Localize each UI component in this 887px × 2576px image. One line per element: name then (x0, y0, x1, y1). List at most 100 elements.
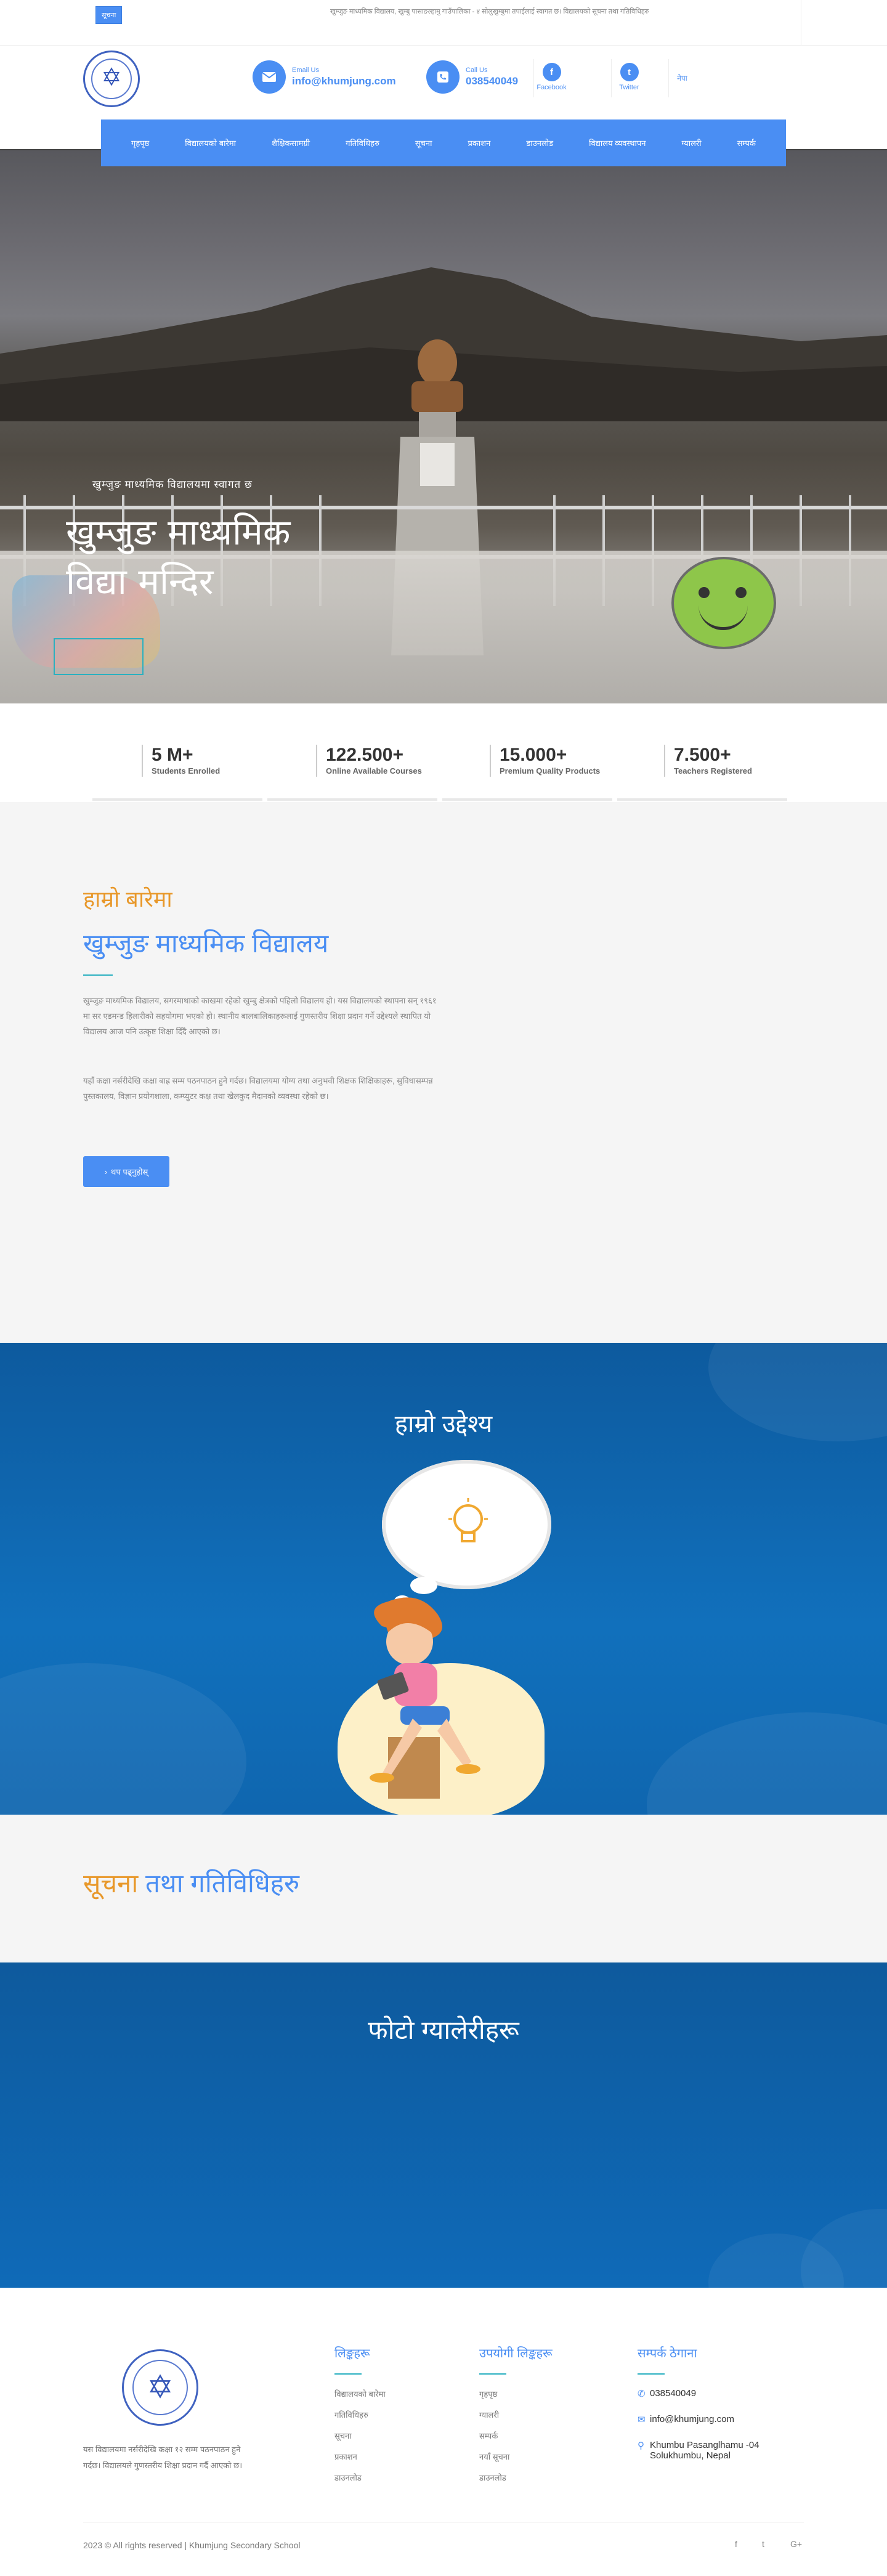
read-more-button[interactable]: › थप पढ्नुहोस् (83, 1156, 169, 1187)
footer-link[interactable]: विद्यालयको बारेमा (334, 2388, 386, 2409)
nav-item-activities[interactable]: गतिविधिहरु (346, 137, 379, 148)
nav-item-publication[interactable]: प्रकाशन (468, 137, 491, 148)
facebook-icon[interactable]: f (735, 2539, 737, 2549)
stat-teachers: 7.500+ Teachers Registered (664, 745, 752, 777)
stats-bar: 5 M+ Students Enrolled 122.500+ Online A… (0, 703, 887, 802)
footer-column-divider (638, 2373, 665, 2375)
email-value[interactable]: info@khumjung.com (292, 75, 396, 87)
stat-underline (267, 798, 437, 801)
nav-item-home[interactable]: गृहपृष्ठ (131, 137, 149, 148)
footer-column-divider (479, 2373, 506, 2375)
notice-label[interactable]: सूचना (95, 6, 123, 24)
footer-link[interactable]: गृहपृष्ठ (479, 2388, 553, 2409)
hero-cta-button[interactable] (54, 638, 144, 675)
footer-column-divider (334, 2373, 362, 2375)
stat-underline (617, 798, 787, 801)
hero-slider[interactable]: खुम्जुङ माध्यमिक विद्यालयमा स्वागत छ खुम… (0, 149, 887, 703)
stat-students: 5 M+ Students Enrolled (142, 745, 220, 777)
smiley-mural (671, 557, 776, 649)
footer-link[interactable]: ग्यालरी (479, 2409, 553, 2430)
nav-item-notice[interactable]: सूचना (415, 137, 432, 148)
school-logo[interactable]: ✡ (83, 51, 140, 107)
hero-title-line2: विद्या मन्दिर (66, 561, 214, 602)
stat-products: 15.000+ Premium Quality Products (490, 745, 600, 777)
footer-link[interactable]: डाउनलोड (334, 2472, 386, 2493)
envelope-icon (253, 60, 286, 94)
twitter-link[interactable]: t Twitter (611, 59, 647, 97)
footer-link[interactable]: नयाँ सूचना (479, 2451, 553, 2472)
about-divider (83, 974, 113, 976)
phone-value[interactable]: 038540049 (466, 75, 518, 87)
notices-title-part2: तथा गतिविधिहरु (145, 1869, 300, 1898)
nav-item-about[interactable]: विद्यालयको बारेमा (185, 137, 236, 148)
nav-item-management[interactable]: विद्यालय व्यवस्थापन (589, 137, 646, 148)
footer-link[interactable]: सम्पर्क (479, 2430, 553, 2451)
twitter-icon[interactable]: t (762, 2539, 764, 2549)
site-footer: ✡ यस विद्यालयमा नर्सरीदेखि कक्षा १२ सम्म… (0, 2288, 887, 2576)
twitter-icon: t (620, 63, 639, 81)
footer-address-line1: Khumbu Pasanglhamu -04 (650, 2440, 759, 2450)
light-bulb-icon (448, 1498, 488, 1542)
footer-link[interactable]: सूचना (334, 2430, 386, 2451)
footer-email[interactable]: ✉ info@khumjung.com (638, 2414, 759, 2440)
nav-item-gallery[interactable]: ग्यालरी (682, 137, 702, 148)
footer-contact-column: सम्पर्क ठेगाना ✆ 038540049 ✉ info@khumju… (638, 2344, 759, 2466)
chevron-right-icon: › (104, 1167, 108, 1177)
phone-icon: ✆ (638, 2389, 646, 2399)
nav-item-contact[interactable]: सम्पर्क (737, 137, 756, 148)
map-pin-icon: ⚲ (638, 2440, 644, 2451)
footer-column-title: उपयोगी लिङ्कहरू (479, 2347, 553, 2360)
phone-label: Call Us (466, 67, 488, 74)
hero-title-line1: खुम्जुङ माध्यमिक (66, 511, 291, 553)
stat-courses: 122.500+ Online Available Courses (316, 745, 422, 777)
footer-email-value: info@khumjung.com (650, 2414, 734, 2424)
footer-logo[interactable]: ✡ (122, 2349, 198, 2426)
objective-section: हाम्रो उद्देश्य (0, 1343, 887, 1815)
gallery-section: फोटो ग्यालेरीहरू (0, 1962, 887, 2288)
objective-title: हाम्रो उद्देश्य (394, 1411, 493, 1438)
stat-number: 122.500+ (326, 745, 403, 765)
top-bar: सूचना खुम्जुङ माध्यमिक विद्यालय, खुम्बु … (0, 0, 887, 46)
stat-caption: Teachers Registered (674, 766, 752, 776)
footer-link[interactable]: डाउनलोड (479, 2472, 553, 2493)
phone-icon (426, 60, 460, 94)
about-subtitle: हाम्रो बारेमा (83, 886, 172, 912)
stat-caption: Students Enrolled (152, 766, 221, 776)
cloud-decoration (0, 1663, 246, 1815)
star-emblem-icon: ✡ (147, 2370, 174, 2405)
phone-contact[interactable]: Call Us 038540049 (426, 60, 518, 94)
envelope-icon: ✉ (638, 2415, 646, 2425)
email-contact[interactable]: Email Us info@khumjung.com (253, 60, 396, 94)
footer-column-title: सम्पर्क ठेगाना (638, 2347, 697, 2360)
footer-link[interactable]: प्रकाशन (334, 2451, 386, 2472)
facebook-link[interactable]: f Facebook (533, 59, 569, 97)
stat-underline (442, 798, 612, 801)
cloud-decoration (647, 1712, 887, 1815)
email-label: Email Us (292, 67, 320, 74)
footer-link[interactable]: गतिविधिहरु (334, 2409, 386, 2430)
footer-about-text: यस विद्यालयमा नर्सरीदेखि कक्षा १२ सम्म प… (83, 2445, 243, 2470)
nav-item-download[interactable]: डाउनलोड (526, 137, 553, 148)
star-emblem-icon: ✡ (101, 64, 122, 91)
notices-section: सूचना तथा गतिविधिहरु (0, 1815, 887, 1962)
read-more-label: थप पढ्नुहोस् (111, 1167, 148, 1177)
twitter-label: Twitter (619, 84, 639, 91)
stat-caption: Online Available Courses (326, 766, 422, 776)
footer-address: ⚲ Khumbu Pasanglhamu -04 Solukhumbu, Nep… (638, 2440, 759, 2466)
hero-subtitle: खुम्जुङ माध्यमिक विद्यालयमा स्वागत छ (92, 479, 253, 490)
language-toggle[interactable]: नेपा (668, 59, 695, 97)
nav-item-materials[interactable]: शैक्षिकसामग्री (272, 137, 310, 148)
footer-useful-links-column: उपयोगी लिङ्कहरू गृहपृष्ठ ग्यालरी सम्पर्क… (479, 2344, 553, 2493)
footer-phone[interactable]: ✆ 038540049 (638, 2388, 759, 2414)
notices-title: सूचना तथा गतिविधिहरु (83, 1865, 299, 1900)
hero-title: खुम्जुङ माध्यमिक विद्या मन्दिर (66, 508, 290, 606)
gallery-title: फोटो ग्यालेरीहरू (368, 2015, 519, 2044)
google-plus-icon[interactable]: G+ (790, 2539, 802, 2549)
main-nav: गृहपृष्ठ विद्यालयको बारेमा शैक्षिकसामग्र… (101, 119, 786, 166)
copyright-text: 2023 © All rights reserved | Khumjung Se… (83, 2540, 301, 2550)
stat-underline (92, 798, 262, 801)
notices-title-part1: सूचना (83, 1869, 139, 1898)
notice-marquee[interactable]: खुम्जुङ माध्यमिक विद्यालय, खुम्बु पासाङल… (330, 6, 792, 25)
about-paragraph-2: यहाँ कक्षा नर्सरीदेखि कक्षा बाह्र सम्म प… (83, 1076, 433, 1101)
stat-caption: Premium Quality Products (500, 766, 601, 776)
